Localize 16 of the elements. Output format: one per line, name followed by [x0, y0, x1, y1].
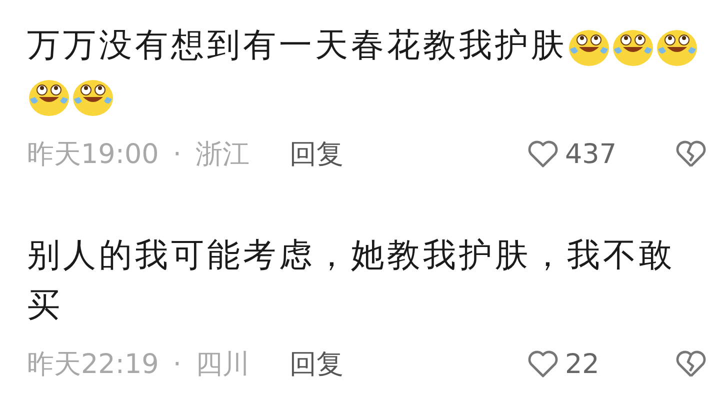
like-count: 22 [565, 348, 600, 380]
comment-time: 昨天22:19 [27, 348, 159, 382]
separator: · [172, 138, 182, 170]
reply-link[interactable]: 回复 [289, 136, 344, 172]
comment-location: 浙江 [195, 138, 250, 172]
comment-time: 昨天19:00 [27, 138, 159, 172]
reply-link[interactable]: 回复 [289, 346, 344, 382]
comment-text: 万万没有想到有一天春花教我护肤 [27, 20, 706, 120]
like-count: 437 [565, 138, 618, 170]
comment-text: 别人的我可能考虑，她教我护肤，我不敢买 [27, 234, 676, 326]
heart-icon[interactable] [527, 349, 559, 379]
separator: · [172, 348, 182, 380]
broken-heart-icon[interactable] [675, 139, 707, 169]
comment-location: 四川 [195, 348, 250, 382]
broken-heart-icon[interactable] [675, 349, 707, 379]
heart-icon[interactable] [527, 139, 559, 169]
